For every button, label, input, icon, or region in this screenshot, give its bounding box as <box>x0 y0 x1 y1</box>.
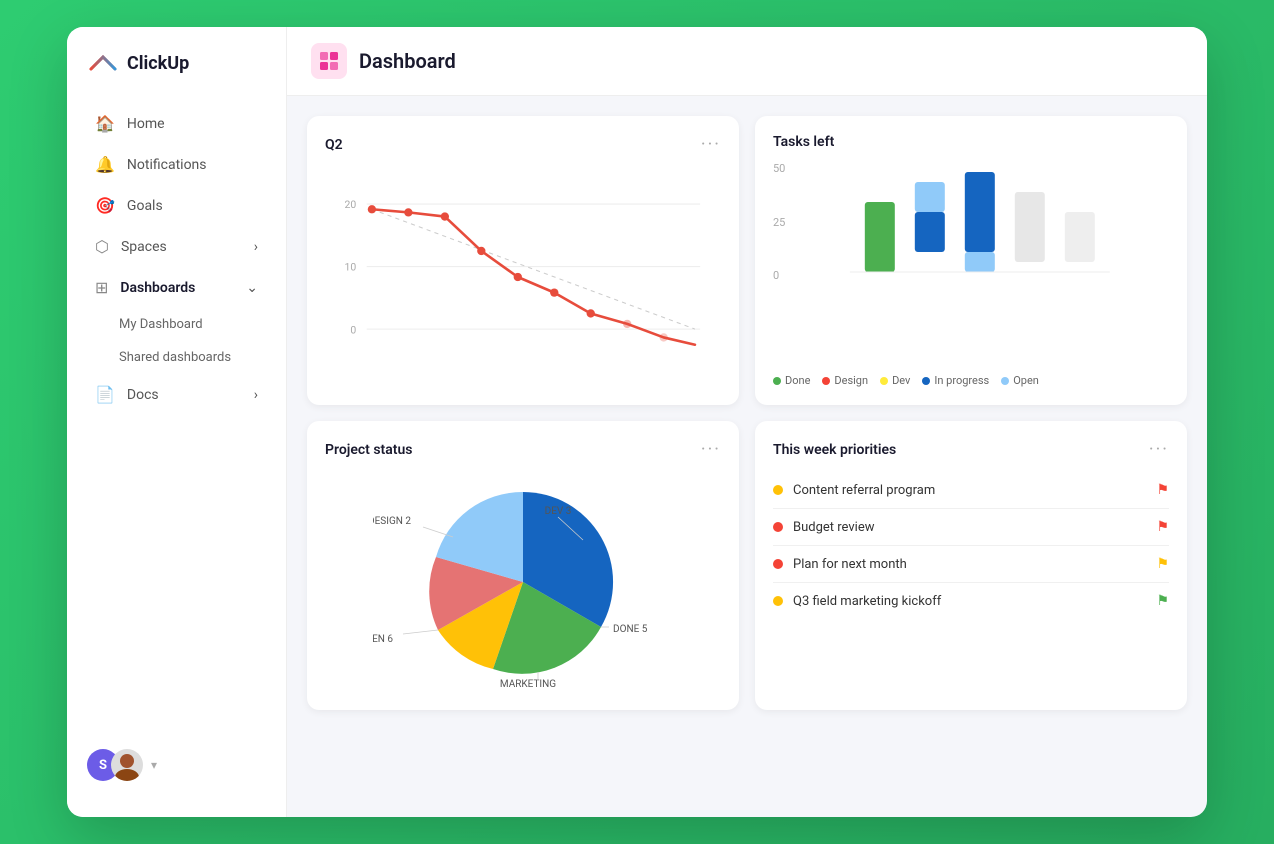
project-status-title: Project status <box>325 442 412 458</box>
legend-done: Done <box>773 374 810 387</box>
sidebar-section-spaces[interactable]: ⬡ Spaces › <box>75 227 278 266</box>
bar-legend: Done Design Dev In progress <box>773 374 1169 387</box>
topbar: Dashboard <box>287 27 1207 96</box>
q2-chart-title: Q2 <box>325 137 343 153</box>
legend-open: Open <box>1001 374 1039 387</box>
tasks-left-card: Tasks left 50 25 0 <box>755 116 1187 405</box>
svg-text:DEV 3: DEV 3 <box>545 506 572 517</box>
project-status-card: Project status ··· <box>307 421 739 710</box>
tasks-y-50: 50 <box>773 162 785 175</box>
legend-design: Design <box>822 374 868 387</box>
flag-icon: ⚑ <box>1156 556 1169 572</box>
flag-icon: ⚑ <box>1156 593 1169 609</box>
svg-text:DONE 5: DONE 5 <box>613 624 648 635</box>
priority-item: Content referral program ⚑ <box>773 472 1169 509</box>
dashboard-icon <box>311 43 347 79</box>
svg-text:0: 0 <box>350 323 356 336</box>
priority-list: Content referral program ⚑ Budget review… <box>773 472 1169 692</box>
content-wrapper: Q2 ··· 20 10 0 <box>287 96 1207 817</box>
svg-text:DESIGN 2: DESIGN 2 <box>373 516 411 527</box>
priorities-more[interactable]: ··· <box>1149 439 1169 460</box>
sidebar-section-dashboards[interactable]: ⊞ Dashboards ⌄ <box>75 268 278 307</box>
sidebar-item-goals[interactable]: 🎯 Goals <box>75 186 278 225</box>
priority-item: Plan for next month ⚑ <box>773 546 1169 583</box>
q2-chart-card: Q2 ··· 20 10 0 <box>307 116 739 405</box>
svg-text:MARKETING: MARKETING <box>500 679 556 690</box>
clickup-logo-icon <box>87 47 119 79</box>
flag-icon: ⚑ <box>1156 519 1169 535</box>
main-content: Dashboard Q2 ··· <box>287 27 1207 817</box>
priority-text: Content referral program <box>793 483 935 498</box>
sidebar-bottom: S ▾ <box>67 733 286 797</box>
sidebar-item-notifications[interactable]: 🔔 Notifications <box>75 145 278 184</box>
home-icon: 🏠 <box>95 114 115 133</box>
pie-area: DEV 3 DONE 5 DESIGN 2 OPEN 6 MARKETING <box>325 472 721 692</box>
legend-dev: Dev <box>880 374 910 387</box>
spaces-icon: ⬡ <box>95 237 109 256</box>
q2-chart-area: 20 10 0 <box>325 167 721 387</box>
bell-icon: 🔔 <box>95 155 115 174</box>
priority-item: Budget review ⚑ <box>773 509 1169 546</box>
legend-inprogress: In progress <box>922 374 989 387</box>
priorities-title: This week priorities <box>773 442 896 458</box>
chevron-down-icon: ⌄ <box>246 280 258 296</box>
tasks-y-25: 25 <box>773 216 785 229</box>
sidebar: ClickUp 🏠 Home 🔔 Notifications 🎯 Goals ⬡… <box>67 27 287 817</box>
chevron-right-icon: › <box>254 239 258 255</box>
content-area: Q2 ··· 20 10 0 <box>287 96 1207 730</box>
priority-dot <box>773 485 783 495</box>
tasks-left-title: Tasks left <box>773 134 834 150</box>
docs-icon: 📄 <box>95 385 115 404</box>
q2-more-button[interactable]: ··· <box>701 134 721 155</box>
tasks-y-0: 0 <box>773 269 785 282</box>
svg-text:10: 10 <box>345 261 357 274</box>
project-status-more[interactable]: ··· <box>701 439 721 460</box>
svg-text:OPEN 6: OPEN 6 <box>373 634 393 645</box>
sidebar-item-my-dashboard[interactable]: My Dashboard <box>75 309 278 340</box>
priority-text: Budget review <box>793 520 875 535</box>
priority-item: Q3 field marketing kickoff ⚑ <box>773 583 1169 619</box>
sidebar-item-shared-dashboards[interactable]: Shared dashboards <box>75 342 278 373</box>
flag-icon: ⚑ <box>1156 482 1169 498</box>
page-title: Dashboard <box>359 49 456 73</box>
priority-text: Plan for next month <box>793 557 907 572</box>
sidebar-section-docs[interactable]: 📄 Docs › <box>75 375 278 414</box>
priorities-card: This week priorities ··· Content referra… <box>755 421 1187 710</box>
sidebar-item-home[interactable]: 🏠 Home <box>75 104 278 143</box>
app-name: ClickUp <box>127 53 189 74</box>
priority-dot <box>773 559 783 569</box>
dashboards-icon: ⊞ <box>95 278 108 297</box>
logo: ClickUp <box>67 47 286 103</box>
priority-dot <box>773 596 783 606</box>
priority-dot <box>773 522 783 532</box>
chevron-right-icon: › <box>254 387 258 403</box>
priority-text: Q3 field marketing kickoff <box>793 594 941 609</box>
avatar-user <box>111 749 143 781</box>
goals-icon: 🎯 <box>95 196 115 215</box>
svg-text:20: 20 <box>345 198 357 211</box>
chevron-down-icon: ▾ <box>151 758 157 772</box>
